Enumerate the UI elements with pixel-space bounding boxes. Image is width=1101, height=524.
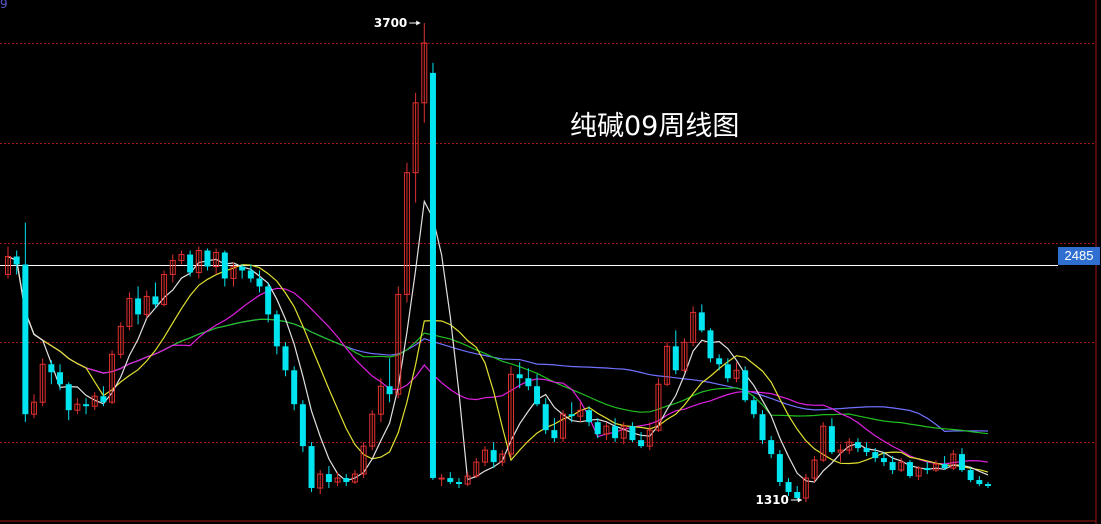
candle-body-down [880, 458, 887, 463]
candle-body-down [65, 384, 72, 411]
corner-label: 9 [0, 0, 8, 11]
candle-body-down [48, 364, 55, 373]
candle-body-down [742, 370, 749, 401]
candle-body-down [551, 430, 558, 439]
candle-body-down [291, 370, 298, 405]
candle-body-down [785, 482, 792, 493]
candle-body-down [83, 404, 90, 407]
candle-body-down [100, 396, 107, 403]
candle-body-down [698, 312, 705, 331]
candle-body-down [429, 72, 436, 479]
candle-body-down [239, 266, 246, 271]
candle-body-down [490, 450, 497, 463]
candle-body-down [265, 286, 272, 315]
candle-body-down [386, 386, 393, 395]
candle-body-down [638, 440, 645, 447]
candle-body-down [629, 426, 636, 441]
candle-body-down [152, 296, 159, 305]
candle-body-down [282, 346, 289, 371]
candle-body-down [872, 452, 879, 459]
candle-body-down [256, 278, 263, 287]
candle-body-down [863, 448, 870, 453]
candle-body-down [924, 468, 931, 471]
candle-body-down [57, 372, 64, 385]
candle-body-down [854, 442, 861, 449]
candle-body-down [343, 478, 350, 483]
candle-body-down [889, 462, 896, 471]
candle-body-down [707, 330, 714, 359]
candle-body-down [187, 254, 194, 273]
candle-body-down [724, 364, 731, 379]
candle-body-down [768, 440, 775, 455]
candle-body-down [299, 404, 306, 447]
candle-body-down [135, 298, 142, 315]
candle-body-down [750, 400, 757, 415]
candle-body-down [325, 474, 332, 483]
candlestick-chart: 3700 1310 [0, 0, 1097, 524]
annotation-arrowhead [416, 20, 421, 26]
candle-body-down [776, 454, 783, 483]
candle-body-down [985, 484, 991, 487]
candle-body-down [542, 404, 549, 431]
candle-body-up [438, 477, 445, 480]
candle-body-down [568, 414, 575, 417]
candle-body-down [455, 482, 462, 485]
annotation-high-label: 3700 [374, 16, 407, 30]
candle-body-down [716, 358, 723, 365]
candle-body-down [204, 250, 211, 267]
annotation-arrowhead [797, 497, 802, 503]
candle-body-down [534, 386, 541, 405]
candle-body-down [516, 374, 523, 379]
candle-body-down [247, 270, 254, 279]
candle-body-down [941, 464, 948, 469]
candle-body-down [958, 454, 965, 471]
candle-body-down [828, 426, 835, 453]
candle-body-down [308, 446, 315, 489]
annotation-low-label: 1310 [755, 493, 788, 507]
candle-body-down [612, 426, 619, 439]
candle-body-down [672, 346, 679, 371]
candle-body-down [22, 264, 29, 415]
candle-body-down [13, 256, 20, 265]
candle-body-down [759, 414, 766, 441]
candle-body-down [976, 480, 983, 485]
candle-body-down [221, 252, 228, 279]
candle-body-down [906, 462, 913, 477]
price-line-tag: 2485 [1058, 247, 1100, 265]
candle-body-down [586, 410, 593, 423]
candle-body-down [594, 422, 601, 435]
chart-title: 纯碱09周线图 [570, 111, 740, 142]
candle-body-down [967, 470, 974, 481]
candle-body-down [273, 314, 280, 347]
candle-body-down [525, 378, 532, 387]
candle-body-down [447, 478, 454, 483]
candle-body-down [794, 492, 801, 499]
